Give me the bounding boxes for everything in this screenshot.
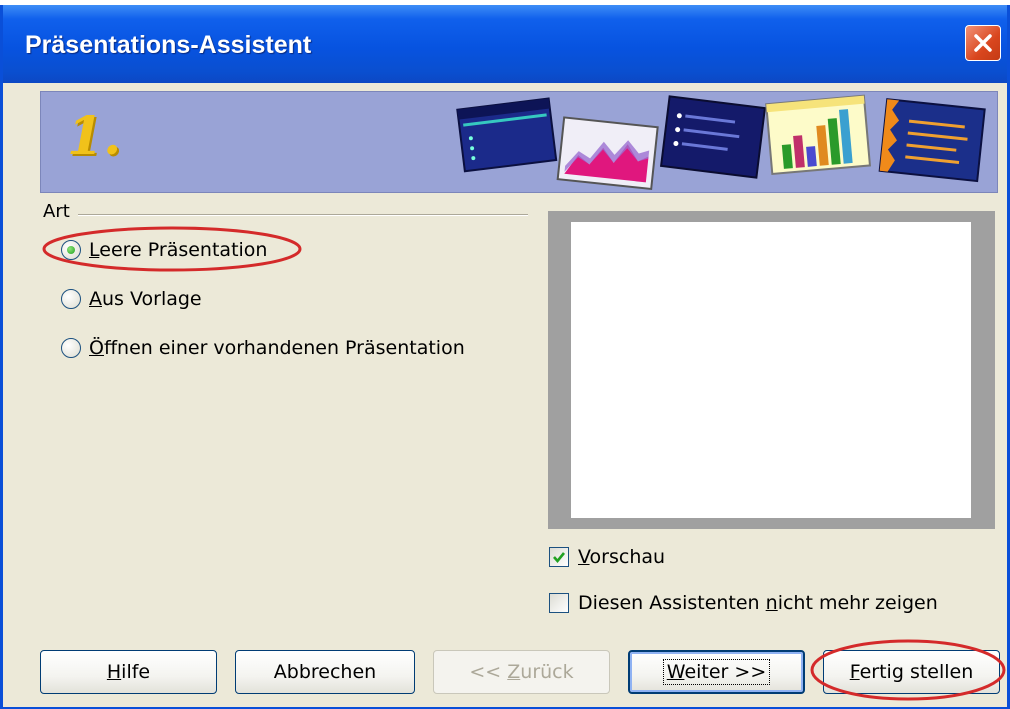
window-title: Präsentations-Assistent	[25, 31, 312, 59]
option-from-template-label: Aus Vorlage	[89, 288, 202, 310]
preview-canvas	[571, 222, 971, 518]
back-button-label: << Zurück	[469, 661, 573, 683]
group-divider	[78, 214, 528, 216]
radio-from-template[interactable]	[61, 289, 81, 309]
preview-checkbox-row[interactable]: Vorschau	[549, 546, 665, 568]
text-lines-slide-icon	[878, 98, 986, 183]
option-from-template[interactable]: Aus Vorlage	[61, 288, 202, 310]
preview-area	[548, 211, 995, 529]
finish-button[interactable]: Fertig stellen	[823, 650, 1000, 694]
wizard-dialog: Präsentations-Assistent 1. Art Leere Prä…	[0, 5, 1010, 709]
dont-show-label: Diesen Assistenten nicht mehr zeigen	[578, 592, 938, 614]
option-open-existing[interactable]: Öffnen einer vorhandenen Präsentation	[61, 337, 465, 359]
label-part: <<	[469, 661, 508, 683]
title-bar[interactable]: Präsentations-Assistent	[3, 5, 1007, 83]
mnemonic-char: F	[849, 661, 860, 683]
mnemonic-char: Ö	[89, 337, 104, 359]
radio-open-existing[interactable]	[61, 338, 81, 358]
bullet-list-slide-icon	[659, 95, 767, 179]
mnemonic-char: H	[106, 661, 122, 683]
option-empty-presentation-label: Leere Präsentation	[89, 239, 267, 261]
wizard-banner: 1.	[40, 91, 998, 193]
slide-thumbnails	[456, 94, 986, 191]
bar-chart-slide-icon	[765, 94, 872, 176]
label-rest: ilfe	[121, 661, 151, 683]
finish-button-label: Fertig stellen	[850, 661, 974, 683]
back-button[interactable]: << Zurück	[433, 650, 610, 694]
cancel-button[interactable]: Abbrechen	[235, 650, 415, 694]
mnemonic-char: n	[765, 592, 778, 614]
preview-checkbox[interactable]	[549, 547, 569, 567]
label-rest: ffnen einer vorhandenen Präsentation	[103, 337, 465, 359]
mnemonic-char: Z	[507, 661, 521, 683]
dont-show-checkbox-row[interactable]: Diesen Assistenten nicht mehr zeigen	[549, 592, 938, 614]
checkmark-icon	[553, 552, 566, 564]
presentation-dark-blue-slide-icon	[456, 97, 558, 173]
next-button[interactable]: Weiter >>	[628, 650, 805, 694]
label-rest: orschau	[589, 546, 666, 568]
step-number: 1.	[67, 106, 122, 167]
preview-label: Vorschau	[578, 546, 665, 568]
label-part: Diesen Assistenten	[578, 592, 766, 614]
label-rest: eiter >>	[684, 661, 767, 683]
label-rest: icht mehr zeigen	[777, 592, 938, 614]
radio-empty-presentation[interactable]	[61, 240, 81, 260]
label-rest: eere Präsentation	[99, 239, 268, 261]
help-button[interactable]: Hilfe	[40, 650, 217, 694]
next-button-label: Weiter >>	[662, 659, 771, 685]
close-icon	[974, 34, 992, 52]
label-rest: ertig stellen	[859, 661, 974, 683]
option-empty-presentation[interactable]: Leere Präsentation	[61, 239, 267, 261]
label-rest: urück	[520, 661, 574, 683]
option-open-existing-label: Öffnen einer vorhandenen Präsentation	[89, 337, 465, 359]
mnemonic-char: A	[89, 288, 102, 310]
area-chart-slide-icon	[556, 116, 659, 191]
mnemonic-char: V	[578, 546, 590, 568]
type-group-label: Art	[43, 201, 70, 222]
dont-show-checkbox[interactable]	[549, 593, 569, 613]
mnemonic-char: L	[89, 239, 100, 261]
mnemonic-char: W	[666, 661, 685, 683]
close-button[interactable]	[965, 25, 1001, 61]
label-rest: us Vorlage	[102, 288, 202, 310]
help-button-label: Hilfe	[107, 661, 150, 683]
